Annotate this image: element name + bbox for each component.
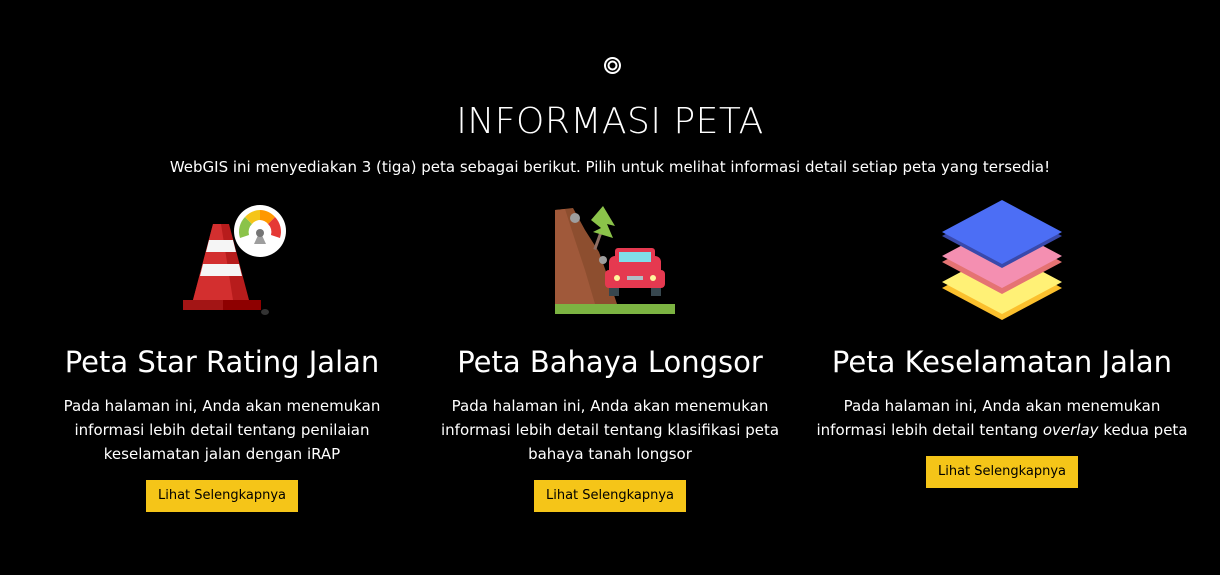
view-more-button[interactable]: Lihat Selengkapnya	[145, 480, 299, 512]
section-title: INFORMASI PETA	[456, 101, 764, 142]
card-description-emphasis: overlay	[1042, 421, 1099, 439]
card-description: Pada halaman ini, Anda akan menemukan in…	[812, 394, 1192, 442]
landslide-car-icon	[420, 200, 800, 330]
section-description: WebGIS ini menyediakan 3 (tiga) peta seb…	[169, 158, 1051, 176]
card-description-text-end: kedua peta	[1098, 421, 1188, 439]
card-title: Peta Star Rating Jalan	[64, 345, 380, 379]
traffic-cone-gauge-icon	[32, 200, 412, 330]
ring-icon	[603, 56, 622, 75]
map-card-landslide: Peta Bahaya Longsor Pada halaman ini, An…	[420, 200, 800, 512]
card-description: Pada halaman ini, Anda akan menemukan in…	[440, 397, 780, 463]
card-title: Peta Keselamatan Jalan	[831, 345, 1173, 379]
map-card-star-rating: Peta Star Rating Jalan Pada halaman ini,…	[32, 200, 412, 512]
card-title: Peta Bahaya Longsor	[457, 345, 763, 379]
map-card-road-safety: Peta Keselamatan Jalan Pada halaman ini,…	[812, 200, 1192, 488]
card-description: Pada halaman ini, Anda akan menemukan in…	[63, 397, 381, 463]
view-more-button[interactable]: Lihat Selengkapnya	[925, 456, 1079, 488]
map-layers-icon	[812, 200, 1192, 330]
view-more-button[interactable]: Lihat Selengkapnya	[533, 480, 687, 512]
